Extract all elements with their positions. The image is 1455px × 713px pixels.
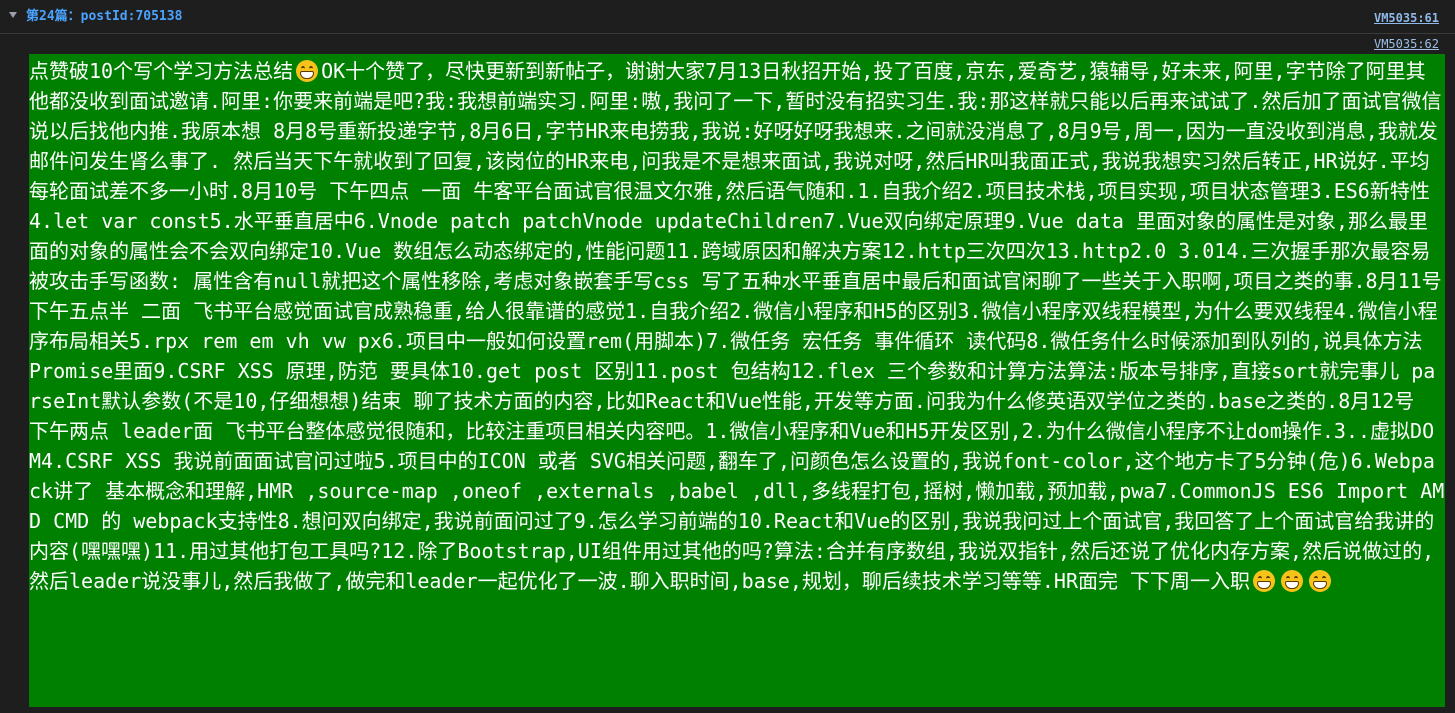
grinning-face-icon [1253, 570, 1276, 592]
post-content: 点赞破10个写个学习方法总结 OK十个赞了，尽快更新到新帖子，谢谢大家7月13日秋… [29, 56, 1445, 596]
devtools-console: 第24篇：postId:705138 VM5035:61 VM5035:62 点… [0, 0, 1455, 713]
grinning-face-icon [1281, 570, 1304, 592]
console-group-header[interactable]: 第24篇：postId:705138 VM5035:61 [0, 0, 1455, 34]
source-link-61[interactable]: VM5035:61 [1374, 11, 1439, 25]
grinning-face-icon [1309, 570, 1332, 592]
next-log-row [0, 707, 1455, 713]
group-title: 第24篇：postId:705138 [26, 9, 183, 24]
post-text-segment: 点赞破10个写个学习方法总结 [29, 59, 294, 83]
console-log-message: 点赞破10个写个学习方法总结 OK十个赞了，尽快更新到新帖子，谢谢大家7月13日秋… [29, 54, 1445, 713]
grinning-face-icon [296, 60, 319, 82]
post-text-segment: OK十个赞了，尽快更新到新帖子，谢谢大家7月13日秋招开始,投了百度,京东,爱奇… [29, 59, 1445, 593]
chevron-down-icon[interactable] [9, 12, 17, 18]
source-link-62[interactable]: VM5035:62 [1374, 37, 1439, 51]
